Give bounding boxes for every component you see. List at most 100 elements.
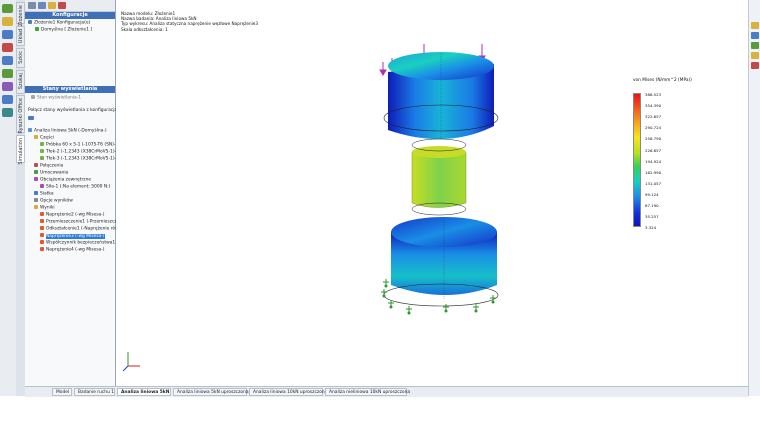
tab-search[interactable]: Szukaj — [16, 70, 25, 94]
tab-label: Szkic — [18, 51, 24, 64]
legend-color-bar — [633, 93, 641, 227]
graphics-area[interactable]: Nazwa modelu: Złożenie1 Nazwa badania: A… — [116, 0, 746, 386]
display-state-item[interactable]: Stan wyświetlania-1 — [31, 95, 81, 101]
study-tree-item[interactable]: Naprężenie2 (-wg Misesa-) — [40, 212, 105, 218]
display-state-label: Stan wyświetlania-1 — [37, 95, 82, 101]
config-default[interactable]: Domyślna [ Złożenie1 ] — [35, 27, 92, 33]
revolve-icon[interactable] — [2, 43, 13, 52]
study-tree-item[interactable]: Tłok-2 (-1.2343 (X38CrMoV5-1)-) — [40, 149, 118, 155]
pattern-icon[interactable] — [2, 82, 13, 91]
link-display-states-label: Połącz stany wyświetlania z konfiguracja… — [28, 108, 123, 113]
display-state-icon — [31, 95, 35, 99]
study-tree-item[interactable]: Siła-1 (:Na element: 5000 N:) — [40, 184, 110, 190]
study-tree-label: Siła-1 (:Na element: 5000 N:) — [46, 184, 111, 190]
lower-punch — [391, 217, 497, 300]
sketch-icon[interactable] — [2, 17, 13, 26]
study-tree-item[interactable]: Analiza liniowa 5kN (-Domyślna-) — [28, 128, 107, 134]
legend-value: 35.257 — [645, 214, 659, 220]
study-tree-item[interactable]: Części — [34, 135, 54, 141]
mesh-icon[interactable] — [2, 108, 13, 117]
tree-node-icon — [34, 198, 38, 202]
tree-node-icon — [34, 135, 38, 139]
legend-value: 258.790 — [645, 136, 662, 142]
axis-triad-icon — [122, 352, 140, 372]
study-tree-item[interactable]: Próbka 60 x 5-1 (-1075-T6 (SN)-) — [40, 142, 117, 148]
study-tree-item[interactable]: Naprężenie3 (-wg Misesa-) — [40, 233, 105, 239]
tab-layout[interactable]: Układ — [16, 26, 25, 46]
home-icon[interactable] — [751, 22, 759, 29]
study-tree-label: Naprężenie4 (-wg Misesa-) — [46, 247, 105, 253]
command-tab-strip — [0, 0, 17, 396]
extrude-icon[interactable] — [2, 30, 13, 39]
legend-value: 290.724 — [645, 125, 662, 131]
mate-icon[interactable] — [2, 69, 13, 78]
link-display-states[interactable]: Połącz stany wyświetlania z konfiguracja… — [28, 108, 123, 114]
tree-node-icon — [40, 184, 44, 188]
study-tree-label: Tłok-3 (-1.2343 (X38CrMoV5-1)-) — [46, 156, 118, 162]
simulation-icon[interactable] — [2, 95, 13, 104]
assembly-icon — [28, 20, 32, 24]
tab-sketch[interactable]: Szkic — [16, 48, 25, 68]
tree-node-icon — [40, 219, 44, 223]
tab-label: Simulation — [18, 138, 24, 165]
tree-node-icon — [34, 205, 38, 209]
legend-value: 322.657 — [645, 114, 662, 120]
tab-label: Złożenie — [18, 5, 24, 27]
study-tree-label: Analiza liniowa 5kN (-Domyślna-) — [34, 128, 107, 134]
study-tree-item[interactable]: Obciążenia zewnętrzne — [34, 177, 91, 183]
study-tab[interactable]: Badanie ruchu 1 — [74, 388, 115, 396]
study-tree-item[interactable]: Połączenia — [34, 163, 63, 169]
tree-node-icon — [40, 212, 44, 216]
legend-value: 226.857 — [645, 147, 662, 153]
study-tree-label: Naprężenie3 (-wg Misesa-) — [46, 233, 105, 239]
tab-simulation[interactable]: Simulation — [16, 135, 25, 165]
study-tree-item[interactable]: Naprężenie4 (-wg Misesa-) — [40, 247, 105, 253]
feature-manager-icon[interactable] — [28, 2, 36, 9]
property-manager-icon[interactable] — [38, 2, 46, 9]
study-tree-label: Części — [40, 135, 54, 141]
study-tree-item[interactable]: Wyniki — [34, 205, 55, 211]
study-tabs: Model Badanie ruchu 1 Analiza liniowa 5kN A… — [25, 386, 748, 397]
legend-value: 194.924 — [645, 158, 662, 164]
appearances-icon[interactable] — [751, 62, 759, 69]
tab-office[interactable]: Rysunki Office — [16, 95, 25, 134]
config-root-label: Złożenie1 Konfiguracja(e) — [34, 20, 91, 26]
study-tab[interactable]: Analiza liniowa 5kN uproszczona — [173, 388, 249, 396]
study-tree-item[interactable]: Opcje wyników — [34, 198, 73, 204]
smart-dimension-icon[interactable] — [2, 4, 13, 13]
tree-node-icon — [34, 170, 38, 174]
study-tab[interactable]: Analiza liniowa 10kN uproszczona — [249, 388, 327, 396]
legend-value: 131.057 — [645, 180, 662, 186]
study-tree-label: Umocowania — [40, 170, 69, 176]
study-tab[interactable]: Analiza nieliniowa 10kN uproszczona — [325, 388, 410, 396]
study-tree-label: Próbka 60 x 5-1 (-1075-T6 (SN)-) — [46, 142, 118, 148]
study-tree-label: Wyniki — [40, 205, 55, 211]
tree-node-icon — [28, 128, 32, 132]
config-default-label: Domyślna [ Złożenie1 ] — [41, 27, 92, 33]
config-root[interactable]: Złożenie1 Konfiguracja(e) — [28, 20, 90, 26]
resources-icon[interactable] — [751, 32, 759, 39]
tree-node-icon — [40, 247, 44, 251]
study-tree-label: Obciążenia zewnętrzne — [40, 177, 92, 183]
study-tab[interactable]: Analiza liniowa 5kN — [117, 388, 171, 396]
study-tree-label: Tłok-2 (-1.2343 (X38CrMoV5-1)-) — [46, 149, 118, 155]
study-tree-label: Naprężenie2 (-wg Misesa-) — [46, 212, 105, 218]
study-tab[interactable]: Model — [52, 388, 72, 396]
study-tree-label: Siatka — [40, 191, 54, 197]
tab-assembly[interactable]: Złożenie — [16, 2, 25, 27]
display-states-header: Stany wyświetlania — [25, 86, 115, 93]
configuration-manager-icon[interactable] — [48, 2, 56, 9]
tree-node-icon — [34, 177, 38, 181]
study-tree-item[interactable]: Umocowania — [34, 170, 68, 176]
feature-manager-panel: Konfiguracje Złożenie1 Konfiguracja(e) D… — [25, 0, 155, 396]
display-manager-icon[interactable] — [58, 2, 66, 9]
file-explorer-icon[interactable] — [751, 52, 759, 59]
fillet-icon[interactable] — [2, 56, 13, 65]
study-tree-label: Połączenia — [40, 163, 64, 169]
study-tree-item[interactable]: Siatka — [34, 191, 54, 197]
design-library-icon[interactable] — [751, 42, 759, 49]
study-tree-item[interactable]: Tłok-3 (-1.2343 (X38CrMoV5-1)-) — [40, 156, 118, 162]
filter-icon[interactable] — [28, 116, 36, 122]
tree-node-icon — [40, 156, 44, 160]
tab-label: Szukaj — [18, 73, 24, 90]
